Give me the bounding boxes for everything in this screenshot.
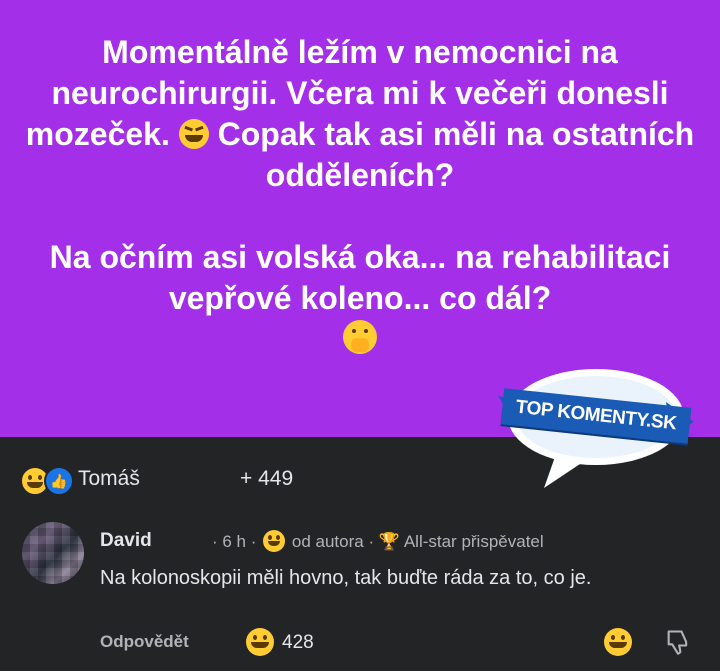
trophy-icon: 🏆 [378,532,401,551]
reaction-author-name[interactable]: Tomáš [78,467,140,491]
reaction-count[interactable]: + 449 [240,467,293,491]
comment-meta: · 6 h · od autora · 🏆 All-star přispěvat… [212,530,544,552]
comment-reaction-count[interactable]: 428 [282,632,314,654]
comment-author[interactable]: David [100,530,152,552]
haha-reaction-icon[interactable] [246,628,274,656]
comment-time[interactable]: · 6 h · [212,532,256,551]
dislike-icon[interactable] [664,628,692,656]
grinning-squinting-face-icon [178,119,209,149]
post-paragraph-2: Na očním asi volská oka... na rehabilita… [49,239,671,316]
face-with-hand-over-mouth-icon [343,320,377,354]
post-paragraph-1-tail: Copak tak asi měli na ostatních oddělení… [217,116,695,193]
post-text: Momentálně ležím v nemocnici na neurochi… [20,32,700,360]
react-button-icon[interactable] [604,628,632,656]
topkomenty-logo: TOP KOMENTY.SK [496,362,696,490]
author-reaction-icon [263,530,286,552]
all-star-badge: All-star přispěvatel [403,532,544,551]
comment-text: Na kolonoskopii měli hovno, tak buďte rá… [100,567,592,589]
like-reaction-icon: 👍 [44,466,74,496]
from-author-label: od autora [291,532,364,551]
avatar[interactable] [22,522,84,584]
reactions-summary[interactable]: 👍 Tomáš + 449 [20,463,420,497]
reply-button[interactable]: Odpovědět [100,632,189,652]
meta-separator: · [368,532,375,551]
